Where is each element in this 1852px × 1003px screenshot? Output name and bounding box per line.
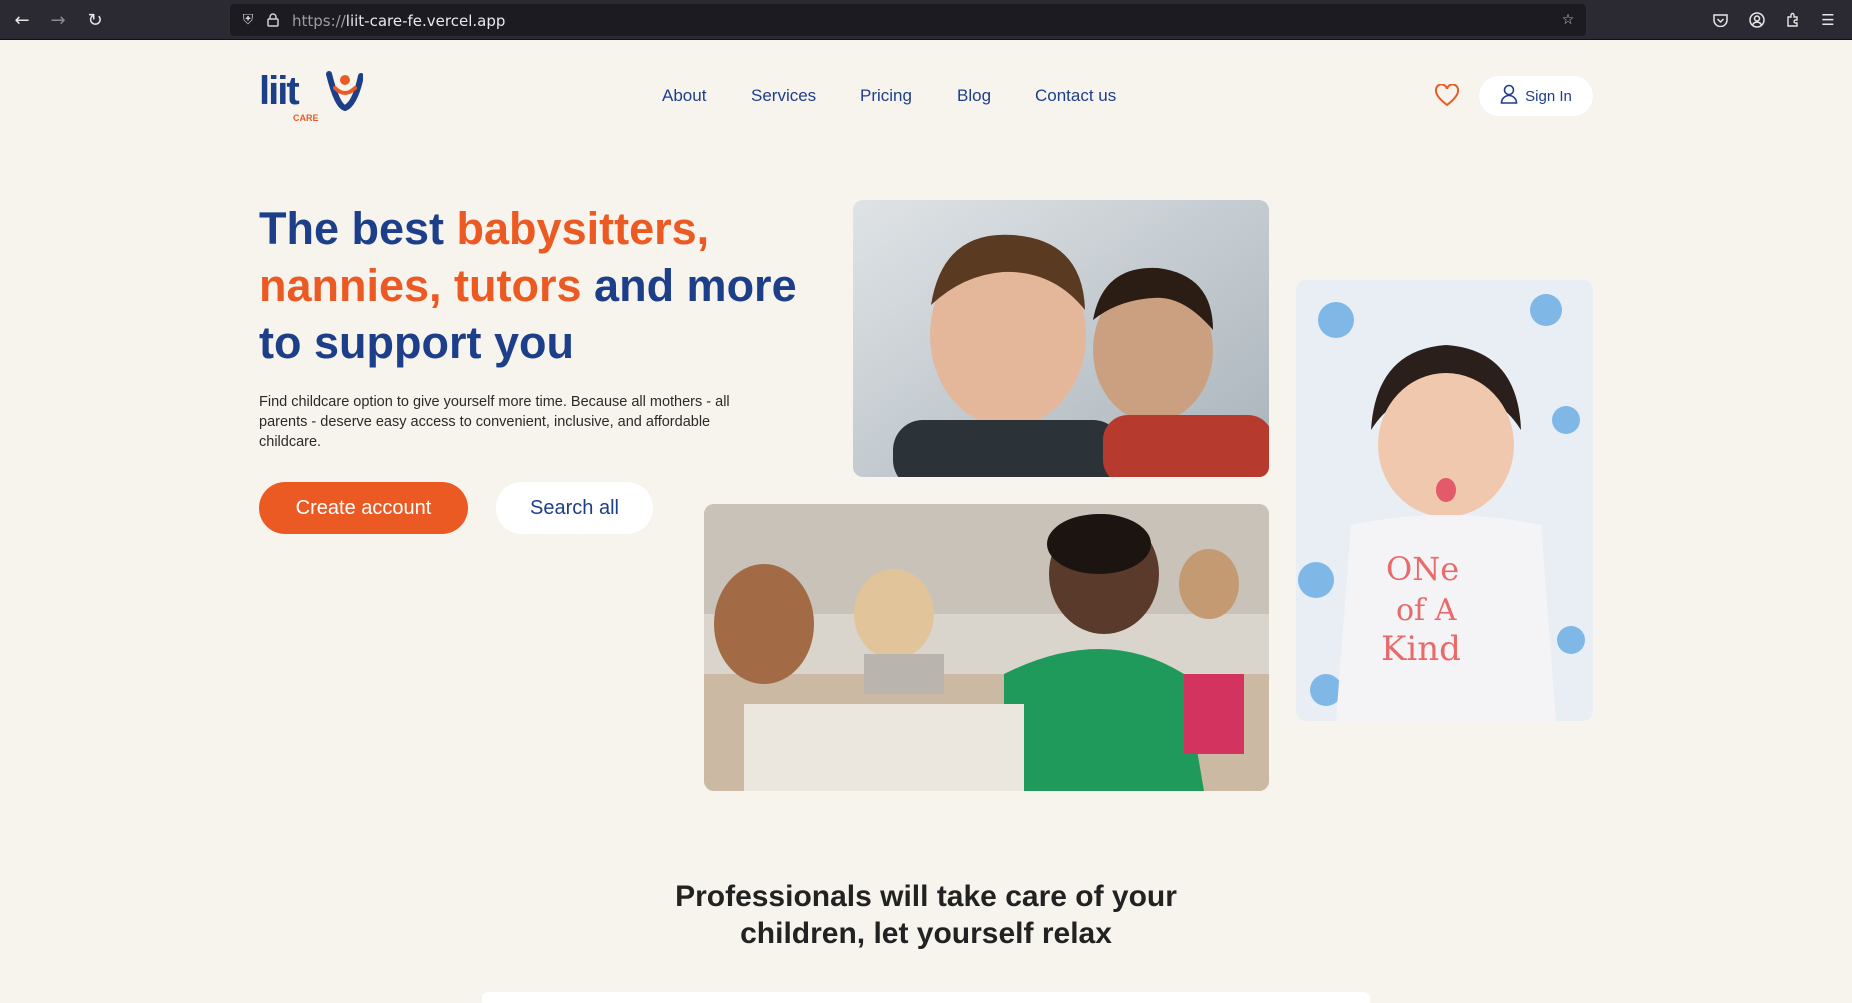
nav-about[interactable]: About: [662, 86, 706, 106]
forward-icon[interactable]: →: [46, 8, 70, 32]
extensions-icon[interactable]: [1782, 9, 1804, 31]
svg-text:of A: of A: [1396, 593, 1457, 628]
nav-pricing[interactable]: Pricing: [860, 86, 912, 106]
two-boys-photo: [853, 200, 1269, 477]
browser-toolbar: ← → ↻ ⛨ https://liit-care-fe.vercel.app …: [0, 0, 1852, 40]
url-text[interactable]: https://liit-care-fe.vercel.app: [292, 12, 505, 30]
lock-icon[interactable]: [263, 10, 283, 30]
baby-photo: ONe of A Kind: [1296, 280, 1593, 721]
account-icon[interactable]: [1746, 9, 1768, 31]
address-bar[interactable]: ⛨ https://liit-care-fe.vercel.app ☆: [230, 4, 1586, 36]
hero-title: The best babysitters, nannies, tutors an…: [259, 203, 797, 368]
nav-services[interactable]: Services: [751, 86, 816, 106]
svg-text:ONe: ONe: [1386, 550, 1459, 588]
search-all-button[interactable]: Search all: [496, 482, 653, 534]
shield-icon[interactable]: ⛨: [238, 10, 258, 30]
reload-icon[interactable]: ↻: [83, 8, 107, 32]
nav-blog[interactable]: Blog: [957, 86, 991, 106]
menu-icon[interactable]: ☰: [1817, 9, 1839, 31]
sign-in-label: Sign In: [1525, 87, 1572, 105]
classroom-kids-photo: [704, 504, 1269, 791]
favorites-heart-icon[interactable]: [1434, 83, 1460, 108]
create-account-button[interactable]: Create account: [259, 482, 468, 534]
bookmark-star-icon[interactable]: ☆: [1558, 10, 1578, 30]
svg-text:CARE: CARE: [293, 113, 319, 123]
pocket-icon[interactable]: [1709, 9, 1731, 31]
nav-contact-us[interactable]: Contact us: [1035, 86, 1116, 106]
hero-description: Find childcare option to give yourself m…: [259, 394, 730, 450]
section-title: Professionals will take care of your chi…: [675, 880, 1177, 950]
user-icon: [1500, 84, 1518, 108]
back-icon[interactable]: ←: [10, 8, 34, 32]
sign-in-button[interactable]: Sign In: [1479, 76, 1593, 116]
search-card: [482, 992, 1370, 1003]
svg-text:Kind: Kind: [1381, 629, 1461, 669]
